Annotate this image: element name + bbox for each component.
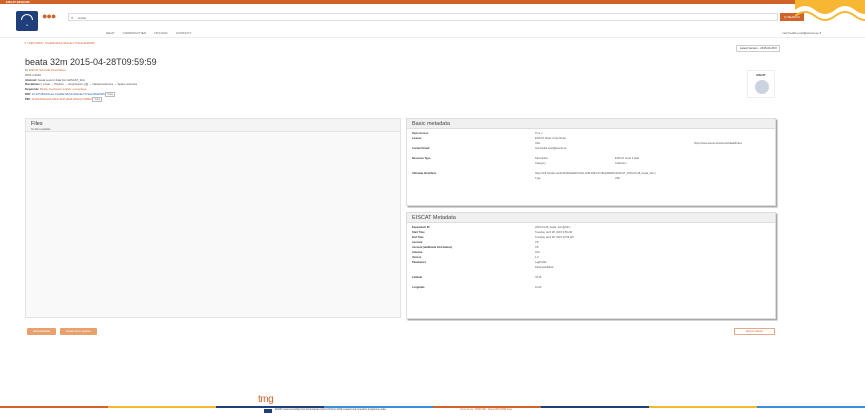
add-metadata-button[interactable]: Add Metadata (27, 328, 56, 335)
record-meta: by EISCAT Scientific Association 2015-4-… (25, 68, 325, 102)
eiscat-metadata-panel: EISCAT Metadata Experiment ID 2015-04-28_… (406, 212, 776, 319)
abstract-label: Abstract: (25, 77, 38, 82)
eu-flag-icon (264, 408, 272, 413)
keywords-link[interactable]: Beata, incoherent scatter, ionosphere (40, 87, 86, 91)
search-icon: ⌕ (71, 15, 74, 20)
metadata-row: Longitude 16.02 (412, 286, 542, 289)
logo-word: ● (26, 23, 28, 27)
keywords-label: Keywords: (25, 87, 40, 92)
doi-link[interactable]: 10.23728/b2share.b1a38a72b1dc4b3e9e7173e… (32, 92, 105, 96)
files-subtitle: No files available. (31, 128, 52, 131)
search-input[interactable] (78, 15, 678, 20)
search-bar: ⌕ (68, 13, 778, 21)
copy-pid-button[interactable]: Copy (92, 96, 103, 102)
creator-link[interactable]: EISCAT Scientific Association (29, 68, 66, 72)
eiscat-metadata-title: EISCAT Metadata (407, 213, 775, 223)
basic-metadata-title: Basic metadata (407, 119, 775, 129)
header-wave-decoration (795, 0, 865, 21)
abstract-text: beata Level 2 data from EISCAT_32m (38, 77, 86, 82)
record-title: beata 32m 2015-04-28T09:59:59 (25, 57, 157, 67)
metadata-row: Type URL (535, 177, 621, 180)
version-select[interactable]: Latest Version - 2015-04-28 ▾ (736, 45, 780, 52)
doi-label: DOI: (25, 91, 31, 96)
footer-color-bars (0, 406, 865, 408)
nav-upload[interactable]: UPLOAD (154, 31, 168, 35)
nav-contact[interactable]: CONTACT (176, 31, 192, 35)
breadcrumb[interactable]: ✦ / RECORDS / b1a38a72b1dc4b3e9e7173e219… (24, 41, 95, 45)
pid-label: PID: (25, 96, 31, 101)
files-panel-header: Files No files available. (25, 118, 401, 132)
create-new-version-button[interactable]: Create New Version (60, 328, 97, 335)
pid-link[interactable]: 11304/1fb6ae0b-b8e0-4b2f-a8e8-4b9e6e7d28… (31, 97, 91, 101)
logo-mark-icon (21, 14, 33, 20)
basic-metadata-panel: Basic metadata Open Access True ✔ License… (406, 118, 776, 206)
footer-links[interactable]: Terms of use · B2SHARE · Report B2SHARE … (460, 409, 512, 411)
by-label: by (25, 68, 28, 72)
footer-brand: trng (258, 394, 274, 405)
disciplines-text: [ Local → Physics → Geophysics, p[]] → N… (41, 82, 138, 87)
files-title: Files (31, 121, 43, 127)
eudat-dots-icon: ●●● (42, 11, 56, 21)
b2share-logo[interactable]: ● (16, 11, 38, 31)
community-badge[interactable]: EISCAT (747, 70, 775, 98)
files-panel-body (25, 132, 401, 318)
nav-help[interactable]: HELP (106, 31, 115, 35)
nav-communities[interactable]: COMMUNITIES (123, 31, 147, 35)
footer: trng EUDAT receives funding from the Eur… (0, 394, 865, 417)
disciplines-label: Disciplines: (25, 82, 41, 87)
funding-text: EUDAT receives funding from the European… (275, 408, 387, 411)
community-name: EISCAT (756, 74, 766, 77)
header: ● ●●● ⌕ Q SEARCH HELP COMMUNITIES UPLOAD… (0, 4, 865, 38)
copy-doi-button[interactable]: Copy (105, 91, 116, 97)
eudat-logo[interactable]: ●●● (42, 12, 66, 28)
community-logo-icon (755, 80, 769, 94)
main-nav: HELP COMMUNITIES UPLOAD CONTACT (106, 31, 191, 35)
report-abuse-button[interactable]: Report Abuse (734, 328, 775, 335)
